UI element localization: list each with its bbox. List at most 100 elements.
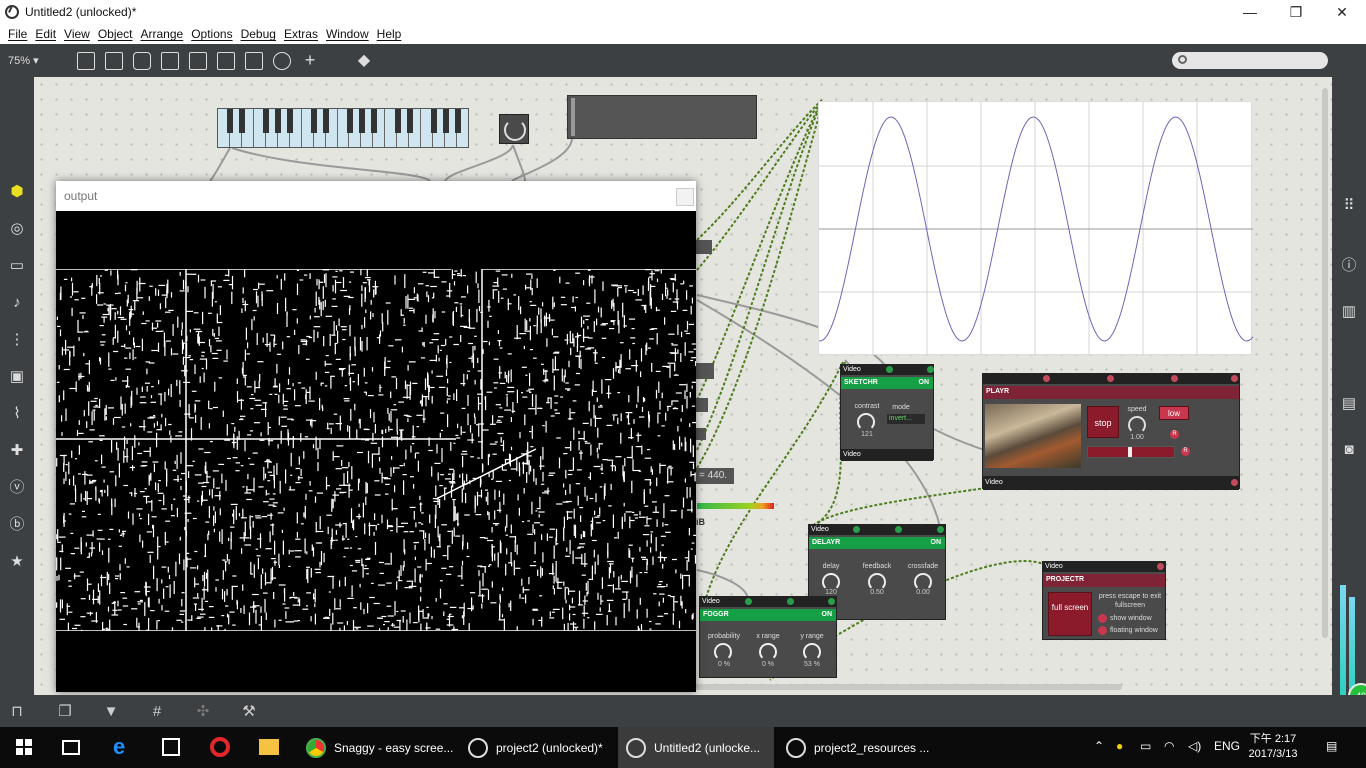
sketchr-title: SKETCHR bbox=[844, 379, 878, 386]
number-box[interactable] bbox=[696, 240, 712, 254]
grid-icon[interactable]: # bbox=[148, 703, 166, 721]
output-window[interactable]: output bbox=[56, 181, 696, 692]
grid-dots-icon[interactable]: ⠿ bbox=[1340, 197, 1358, 215]
right-sidebar: ⠿ ⓘ ▥ ▤ ◙ 49 bbox=[1332, 77, 1366, 709]
edge-icon[interactable]: e bbox=[113, 736, 125, 758]
taskbar-untitled2[interactable]: Untitled2 (unlocke... bbox=[618, 727, 774, 768]
chrome-icon bbox=[306, 737, 326, 758]
delayr-title: DELAYR bbox=[812, 539, 841, 546]
patch-cord[interactable] bbox=[231, 147, 431, 182]
kslider-keyboard[interactable] bbox=[217, 108, 469, 148]
dial-object[interactable] bbox=[499, 114, 529, 144]
video-preview bbox=[985, 404, 1081, 468]
wrench-icon[interactable]: ⚒ bbox=[240, 703, 258, 721]
crossfade-label: crossfade bbox=[907, 563, 939, 570]
feedback-label: feedback bbox=[862, 563, 892, 570]
clock[interactable]: 下午 2:17 2017/3/13 bbox=[1248, 732, 1298, 762]
video-out-label: Video bbox=[843, 451, 861, 458]
wifi-icon[interactable]: ◠ bbox=[1164, 739, 1174, 753]
signal-cord[interactable] bbox=[696, 101, 824, 469]
signal-cord[interactable] bbox=[696, 100, 823, 401]
floating-window-radio[interactable] bbox=[1098, 626, 1107, 635]
level-slider[interactable] bbox=[567, 95, 757, 139]
opera-icon[interactable] bbox=[210, 737, 230, 757]
probability-knob[interactable] bbox=[714, 643, 732, 661]
number-box[interactable] bbox=[696, 428, 706, 440]
edge-detected-image bbox=[56, 269, 696, 631]
y-range-value: 53 % bbox=[804, 661, 820, 668]
comment-toggle-icon[interactable]: ▼ bbox=[102, 703, 120, 721]
output-window-close-button[interactable] bbox=[676, 188, 694, 206]
notifications-icon[interactable]: ▤ bbox=[1326, 739, 1337, 753]
task-view-icon[interactable] bbox=[62, 740, 80, 755]
delay-label: delay bbox=[822, 563, 840, 570]
r-button[interactable]: R bbox=[1181, 447, 1190, 456]
playr-module[interactable]: PLAYR stop speed 1.00 low R R Video bbox=[982, 373, 1240, 490]
video-port-label: Video bbox=[702, 598, 720, 605]
output-window-title: output bbox=[56, 181, 696, 211]
video-port-label: Video bbox=[1045, 563, 1063, 570]
file-explorer-icon[interactable] bbox=[259, 739, 279, 755]
patch-cord[interactable] bbox=[209, 147, 231, 182]
taskbar-project2-resources[interactable]: project2_resources ... bbox=[778, 727, 934, 768]
tray-chevron-icon[interactable]: ⌃ bbox=[1094, 739, 1104, 753]
playr-title: PLAYR bbox=[983, 386, 1239, 399]
bottom-bar: ⊓ ❐ ▼ # ✣ ⚒ bbox=[0, 695, 1366, 727]
signal-cord[interactable] bbox=[696, 101, 823, 451]
speed-label: speed bbox=[1127, 406, 1147, 413]
frequency-number-box[interactable]: = 440. bbox=[696, 468, 734, 484]
y-range-knob[interactable] bbox=[803, 643, 821, 661]
foggr-on-toggle[interactable]: ON bbox=[822, 609, 833, 621]
crossfade-value: 0.00 bbox=[916, 589, 930, 596]
language-indicator[interactable]: ENG bbox=[1214, 739, 1240, 753]
sketchr-module[interactable]: Video SKETCHR ON contrast 121 mode invert… bbox=[840, 364, 934, 461]
inspector-icon[interactable]: ▤ bbox=[1340, 395, 1358, 413]
speed-knob[interactable] bbox=[1128, 416, 1146, 434]
level-meter bbox=[697, 503, 774, 509]
fullscreen-hint: press escape to exit fullscreen bbox=[1098, 593, 1162, 609]
patch-cord[interactable] bbox=[444, 144, 514, 182]
start-button[interactable] bbox=[16, 739, 32, 755]
info-icon[interactable]: ⓘ bbox=[1340, 257, 1358, 275]
foggr-module[interactable]: Video FOGGR ON probability 0 % x range 0 … bbox=[699, 596, 837, 678]
video-out-label: Video bbox=[985, 479, 1003, 486]
presentation-icon[interactable]: ❐ bbox=[56, 703, 74, 721]
feedback-value: 0.50 bbox=[870, 589, 884, 596]
patch-cord[interactable] bbox=[511, 138, 573, 182]
cpu-meter-left bbox=[1340, 585, 1346, 695]
video-port-label: Video bbox=[843, 366, 861, 373]
store-icon[interactable] bbox=[162, 738, 180, 756]
tray-app-icon[interactable]: ● bbox=[1116, 739, 1123, 753]
contrast-label: contrast bbox=[854, 403, 880, 410]
db-label: iB bbox=[696, 517, 705, 527]
number-box[interactable] bbox=[696, 363, 714, 379]
video-port-label: Video bbox=[811, 526, 829, 533]
projectr-module[interactable]: Video PROJECTR full screen press escape … bbox=[1042, 561, 1166, 640]
battery-icon[interactable]: ▭ bbox=[1140, 739, 1151, 753]
oscilloscope-display bbox=[818, 101, 1254, 356]
number-box[interactable] bbox=[696, 398, 708, 412]
taskbar-snaggy[interactable]: Snaggy - easy scree... bbox=[300, 727, 458, 768]
camera-icon[interactable]: ◙ bbox=[1340, 441, 1358, 459]
y-range-label: y range bbox=[800, 633, 824, 640]
book-icon[interactable]: ▥ bbox=[1340, 303, 1358, 321]
probability-label: probability bbox=[708, 633, 740, 640]
x-range-knob[interactable] bbox=[759, 643, 777, 661]
max-icon bbox=[786, 737, 806, 758]
volume-icon[interactable]: ◁) bbox=[1188, 739, 1201, 753]
low-button[interactable]: low bbox=[1159, 406, 1189, 420]
r-button[interactable]: R bbox=[1170, 430, 1179, 439]
sketchr-on-toggle[interactable]: ON bbox=[919, 377, 930, 389]
full-screen-button[interactable]: full screen bbox=[1048, 592, 1092, 636]
stop-button[interactable]: stop bbox=[1087, 406, 1119, 438]
mode-dropdown[interactable]: invert... bbox=[887, 414, 925, 424]
align-icon[interactable]: ✣ bbox=[194, 703, 212, 721]
patch-cord[interactable] bbox=[696, 569, 749, 599]
position-slider[interactable] bbox=[1087, 446, 1175, 458]
lock-icon[interactable]: ⊓ bbox=[8, 703, 26, 721]
x-range-label: x range bbox=[756, 633, 780, 640]
show-window-radio[interactable] bbox=[1098, 614, 1107, 623]
delayr-on-toggle[interactable]: ON bbox=[931, 537, 942, 549]
contrast-knob[interactable] bbox=[857, 413, 875, 431]
taskbar-project2[interactable]: project2 (unlocked)* bbox=[460, 727, 616, 768]
